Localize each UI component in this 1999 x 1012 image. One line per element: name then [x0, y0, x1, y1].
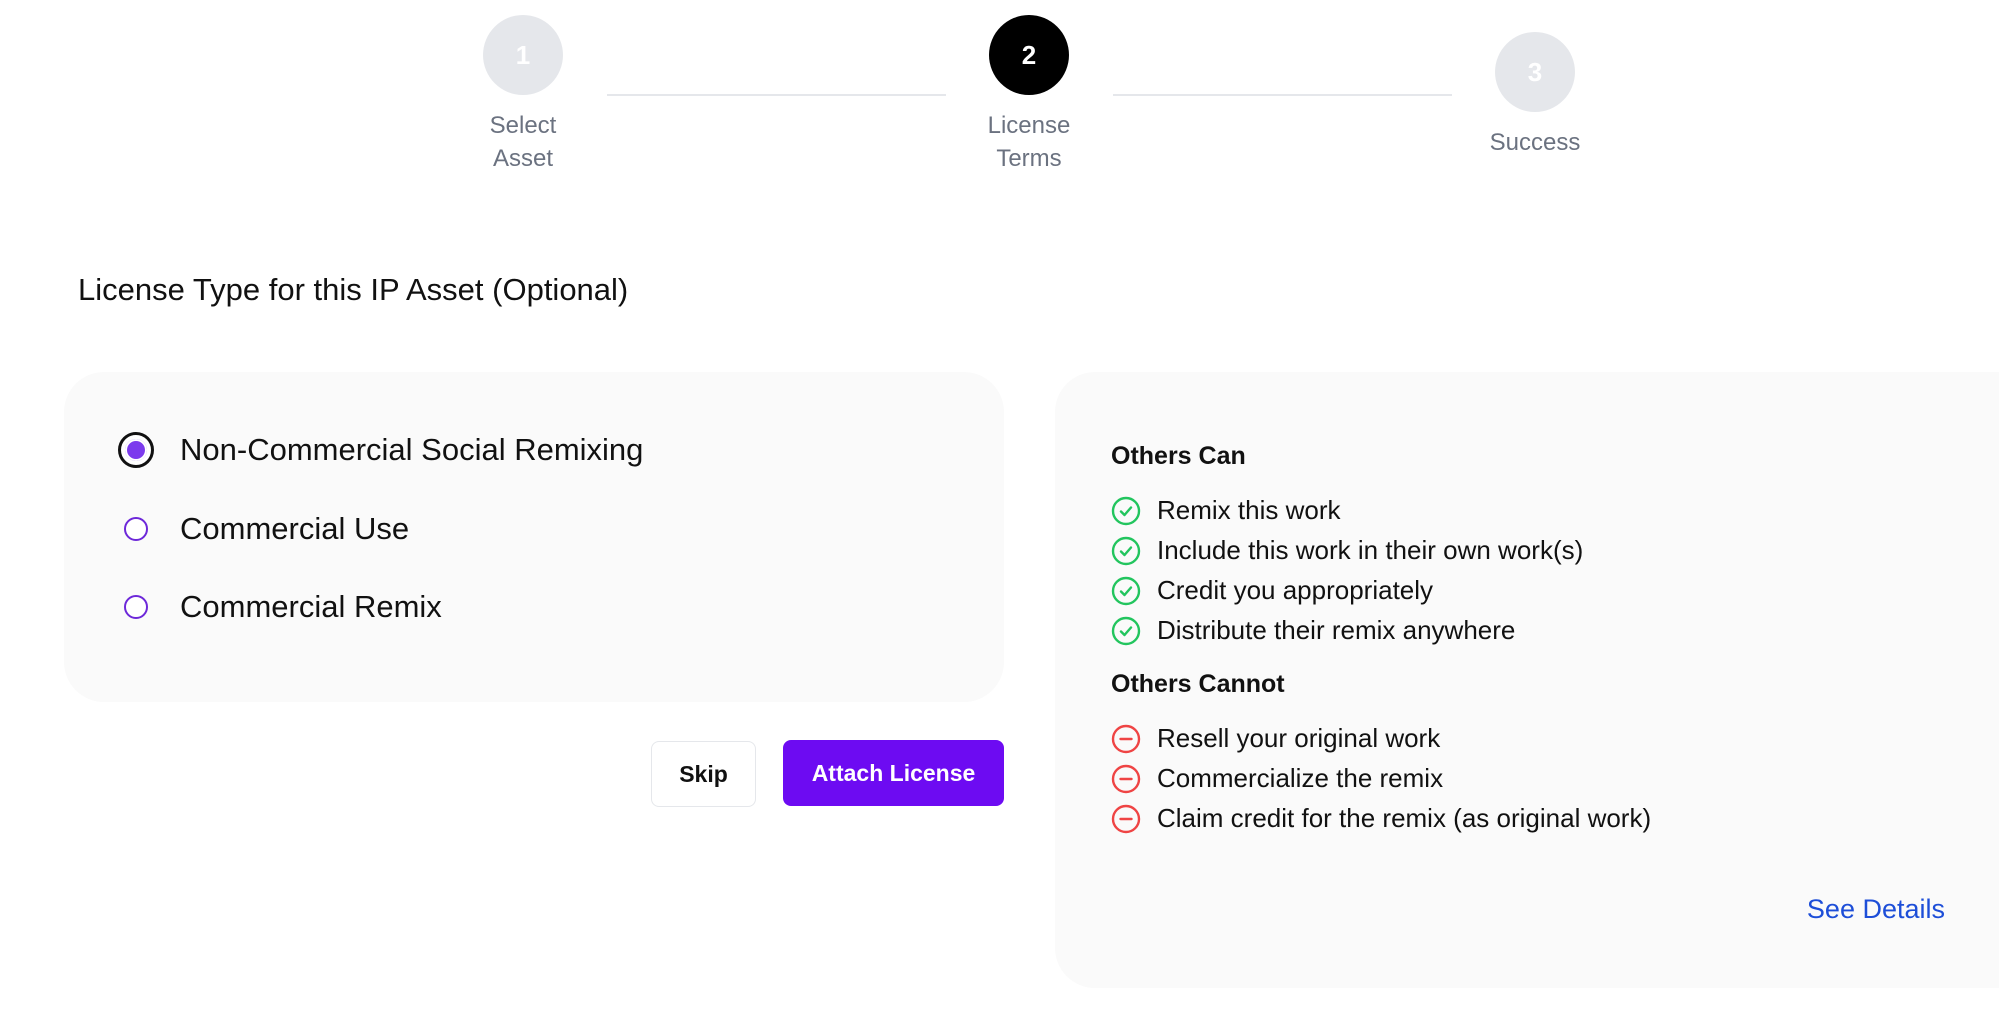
step-label: Select Asset — [489, 112, 557, 172]
skip-button[interactable]: Skip — [651, 741, 756, 807]
check-circle-icon — [1111, 616, 1141, 645]
attach-license-button[interactable]: Attach License — [783, 740, 1004, 806]
check-circle-icon — [1111, 576, 1141, 605]
others-can-item: Distribute their remix anywhere — [1111, 615, 1515, 646]
step-label: License Terms — [987, 112, 1071, 172]
others-cannot-item: Claim credit for the remix (as original … — [1111, 803, 1651, 834]
others-can-item: Remix this work — [1111, 495, 1340, 526]
others-cannot-heading: Others Cannot — [1111, 670, 1285, 698]
others-cannot-item: Resell your original work — [1111, 723, 1440, 754]
step-number: 1 — [483, 15, 563, 95]
minus-circle-icon — [1111, 764, 1141, 793]
radio-dot — [125, 439, 147, 461]
minus-circle-icon — [1111, 724, 1141, 753]
permission-text: Include this work in their own work(s) — [1157, 535, 1584, 565]
radio-button-selected[interactable] — [118, 432, 154, 468]
license-option-label: Commercial Use — [180, 511, 410, 546]
check-circle-icon — [1111, 536, 1141, 565]
radio-button[interactable] — [124, 595, 148, 619]
license-details-card: Others Can Remix this work Include this … — [1055, 372, 1999, 988]
step-number: 2 — [989, 15, 1069, 95]
permission-text: Distribute their remix anywhere — [1157, 615, 1516, 645]
permission-text: Remix this work — [1157, 495, 1341, 525]
see-details-link[interactable]: See Details — [1807, 894, 1945, 925]
step-connector — [607, 94, 946, 96]
step-connector — [1113, 94, 1452, 96]
permission-text: Resell your original work — [1157, 723, 1441, 753]
step-select-asset: 1 Select Asset — [423, 15, 623, 175]
radio-button[interactable] — [124, 517, 148, 541]
license-option-commercial-remix[interactable]: Commercial Remix — [124, 589, 442, 625]
license-option-label: Non-Commercial Social Remixing — [180, 432, 644, 467]
permission-text: Credit you appropriately — [1157, 575, 1434, 605]
license-options-card: Non-Commercial Social Remixing Commercia… — [64, 372, 1004, 702]
others-can-heading: Others Can — [1111, 442, 1246, 470]
license-option-non-commercial-social-remixing[interactable]: Non-Commercial Social Remixing — [118, 432, 644, 468]
step-label: Success — [1489, 129, 1581, 156]
step-number: 3 — [1495, 32, 1575, 112]
license-option-commercial-use[interactable]: Commercial Use — [124, 511, 409, 547]
permission-text: Claim credit for the remix (as original … — [1157, 803, 1652, 833]
license-option-label: Commercial Remix — [180, 589, 442, 624]
step-license-terms: 2 License Terms — [929, 15, 1129, 175]
permission-text: Commercialize the remix — [1157, 763, 1444, 793]
section-title: License Type for this IP Asset (Optional… — [78, 272, 629, 307]
check-circle-icon — [1111, 496, 1141, 525]
others-can-item: Include this work in their own work(s) — [1111, 535, 1583, 566]
others-cannot-item: Commercialize the remix — [1111, 763, 1443, 794]
others-can-item: Credit you appropriately — [1111, 575, 1433, 606]
step-success: 3 Success — [1435, 32, 1635, 159]
minus-circle-icon — [1111, 804, 1141, 833]
